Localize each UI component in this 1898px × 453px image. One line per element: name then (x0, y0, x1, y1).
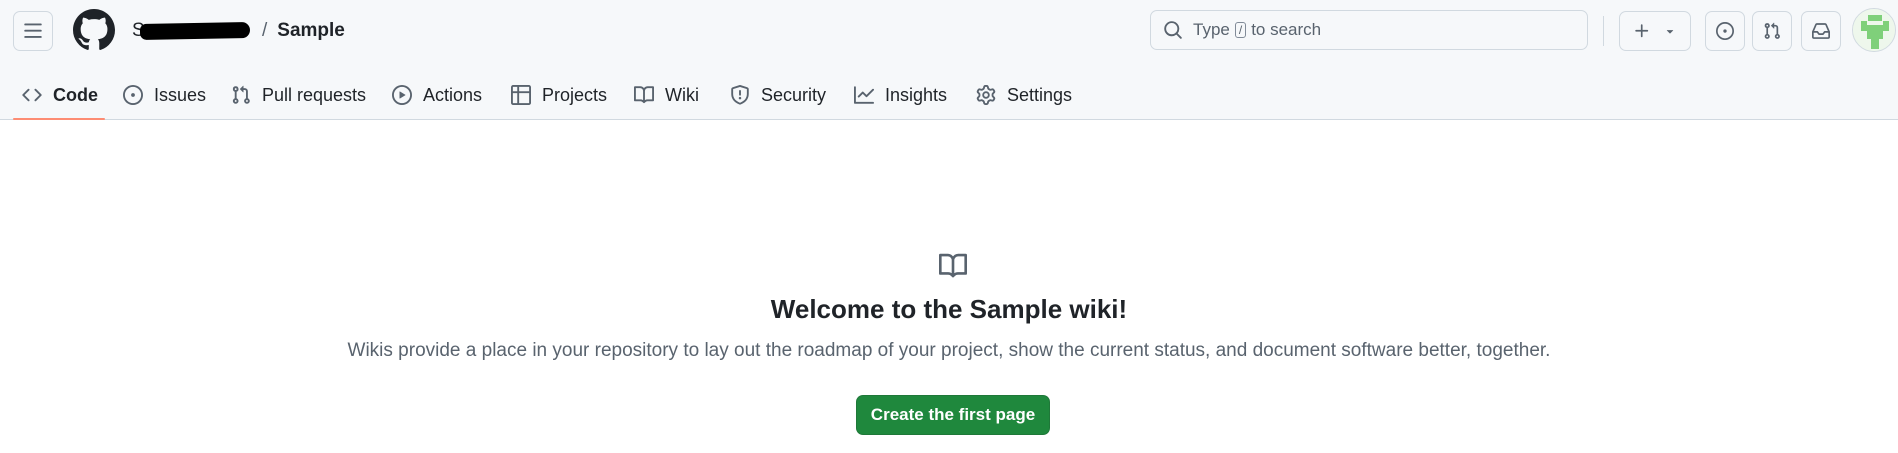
tab-code[interactable]: Code (22, 70, 98, 120)
book-icon (939, 253, 968, 278)
breadcrumb: S / Sample (132, 18, 345, 44)
git-pull-request-icon (231, 85, 251, 105)
tab-settings-label: Settings (1007, 84, 1073, 105)
tab-issues-label: Issues (154, 84, 207, 105)
github-logo-icon[interactable] (73, 9, 115, 51)
create-first-page-button[interactable]: Create the first page (856, 395, 1050, 435)
search-placeholder-prefix: Type (1193, 20, 1230, 39)
user-avatar[interactable] (1852, 8, 1896, 52)
app-header: S / Sample Type / to search Code Issues … (0, 0, 1898, 120)
create-new-button[interactable] (1619, 11, 1691, 51)
wiki-description: Wikis provide a place in your repository… (347, 340, 1551, 361)
identicon-icon (1853, 9, 1895, 51)
your-pull-requests-button[interactable] (1752, 11, 1792, 51)
tab-projects-label: Projects (542, 84, 608, 105)
tab-actions[interactable]: Actions (392, 70, 482, 120)
wiki-welcome-heading: Welcome to the Sample wiki! (770, 294, 1128, 324)
gear-icon (976, 85, 996, 105)
play-icon (392, 85, 412, 105)
tab-insights-label: Insights (885, 84, 948, 105)
active-tab-underline (13, 118, 105, 120)
graph-icon (854, 85, 874, 105)
tab-code-label: Code (53, 84, 98, 105)
plus-icon (1635, 24, 1649, 38)
your-issues-button[interactable] (1705, 11, 1745, 51)
tab-security-label: Security (761, 84, 827, 105)
shield-icon (730, 85, 750, 105)
hamburger-icon (24, 23, 42, 38)
tab-pull-requests-label: Pull requests (262, 84, 367, 105)
triangle-down-icon (1666, 30, 1674, 34)
repo-tab-nav: Code Issues Pull requests Actions Projec… (0, 70, 1898, 120)
tab-insights[interactable]: Insights (854, 70, 947, 120)
redaction-mark (139, 22, 251, 40)
issue-opened-icon (1716, 22, 1734, 40)
tab-issues[interactable]: Issues (123, 70, 206, 120)
tab-pull-requests[interactable]: Pull requests (231, 70, 366, 120)
git-pull-request-icon (1764, 22, 1780, 39)
tab-wiki[interactable]: Wiki (634, 70, 699, 120)
tab-security[interactable]: Security (730, 70, 826, 120)
owner-link[interactable]: S (132, 18, 251, 44)
breadcrumb-separator: / (262, 20, 268, 41)
tab-settings[interactable]: Settings (976, 70, 1072, 120)
book-icon (634, 85, 654, 105)
global-bar: S / Sample Type / to search (0, 0, 1898, 62)
search-placeholder-suffix: to search (1251, 20, 1322, 39)
search-input[interactable]: Type / to search (1150, 10, 1588, 50)
tab-actions-label: Actions (423, 84, 483, 105)
inbox-icon (1812, 23, 1830, 39)
notifications-button[interactable] (1801, 11, 1841, 51)
menu-button[interactable] (13, 11, 53, 51)
tab-projects[interactable]: Projects (511, 70, 607, 120)
toolbar-divider (1603, 16, 1604, 46)
search-icon (1164, 21, 1182, 39)
code-icon (22, 85, 42, 105)
issue-opened-icon (123, 85, 143, 105)
tab-wiki-label: Wiki (665, 84, 699, 105)
repo-name-link[interactable]: Sample (277, 20, 345, 42)
search-shortcut-key: / (1234, 22, 1247, 38)
table-icon (511, 85, 531, 105)
